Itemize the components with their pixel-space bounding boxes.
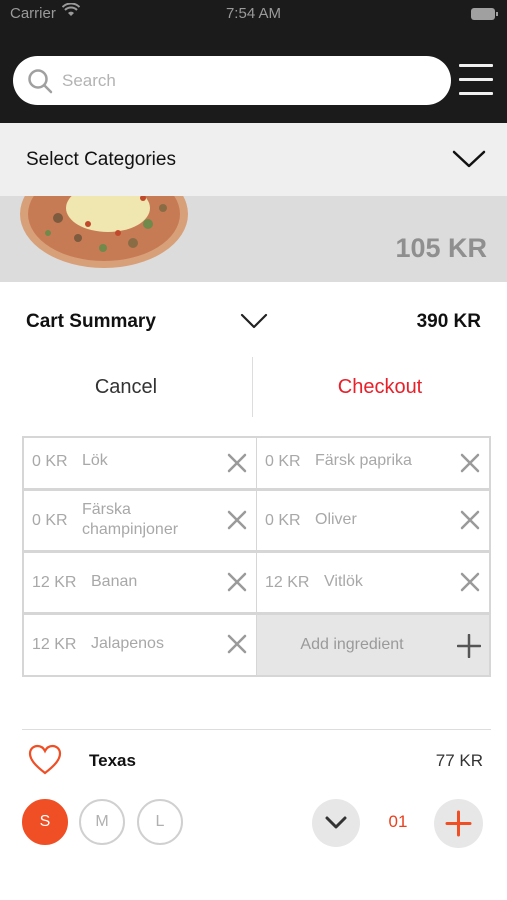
ingredient-name: Färska champinjoner (82, 501, 179, 538)
ingredient-name: Färsk paprika (315, 452, 412, 469)
ingredient-price: 12 KR (32, 574, 77, 591)
checkout-button[interactable]: Checkout (253, 357, 507, 417)
quantity-stepper: 01 (312, 799, 487, 848)
ingredient-name: Jalapenos (91, 635, 164, 652)
ingredient-name: Lök (82, 452, 108, 469)
divider (22, 729, 491, 730)
cancel-button[interactable]: Cancel (0, 357, 252, 417)
increase-quantity-button[interactable] (434, 799, 483, 848)
close-icon[interactable] (227, 634, 247, 659)
item-price: 77 KR (435, 751, 483, 770)
ingredient-item: 12 KR Banan (24, 553, 256, 612)
chevron-down-icon (452, 149, 486, 174)
ingredient-item: 0 KR Färsk paprika (257, 438, 489, 488)
heart-icon[interactable] (28, 744, 62, 781)
ingredient-name: Vitlök (324, 573, 363, 590)
product-banner[interactable]: 105 KR (0, 196, 507, 282)
category-selector-label: Select Categories (26, 149, 176, 170)
close-icon[interactable] (460, 453, 480, 478)
chevron-down-icon[interactable] (240, 312, 268, 335)
ingredient-price: 12 KR (265, 574, 310, 591)
ingredient-item: 0 KR Lök (24, 438, 256, 488)
battery-icon (471, 8, 498, 20)
size-option-s[interactable]: S (22, 799, 68, 845)
product-price: 105 KR (395, 233, 487, 263)
add-ingredient-label: Add ingredient (300, 636, 404, 653)
size-selector: S M L (22, 799, 192, 847)
ingredient-item: 12 KR Vitlök (257, 553, 489, 612)
ingredient-grid: 0 KR Lök 0 KR Färsk paprika 0 KR Färska … (22, 436, 491, 677)
ingredient-item: 0 KR Färska champinjoner (24, 491, 256, 550)
ingredient-item: 12 KR Jalapenos (24, 615, 256, 675)
cart-total: 390 KR (416, 311, 481, 332)
status-bar: Carrier 7:54 AM (0, 0, 507, 30)
search-icon (27, 68, 53, 99)
ingredient-price: 0 KR (32, 512, 68, 529)
plus-icon (456, 633, 482, 663)
ingredient-name: Oliver (315, 511, 357, 528)
close-icon[interactable] (227, 572, 247, 597)
close-icon[interactable] (227, 453, 247, 478)
ingredient-price: 0 KR (265, 512, 301, 529)
size-option-m[interactable]: M (79, 799, 125, 845)
hamburger-menu-icon[interactable] (459, 64, 493, 96)
ingredient-price: 0 KR (32, 453, 68, 470)
ingredient-item: 0 KR Oliver (257, 491, 489, 550)
cart-summary-title: Cart Summary (26, 311, 156, 332)
search-placeholder: Search (62, 71, 116, 90)
ingredient-price: 12 KR (32, 636, 77, 653)
close-icon[interactable] (227, 510, 247, 535)
category-selector[interactable]: Select Categories (0, 123, 507, 196)
close-icon[interactable] (460, 572, 480, 597)
quantity-value: 01 (388, 812, 408, 831)
ingredient-name: Banan (91, 573, 138, 590)
search-input[interactable]: Search (13, 56, 451, 105)
cart-actions: Cancel Checkout (0, 357, 507, 417)
status-time: 7:54 AM (225, 5, 282, 22)
pizza-image (18, 196, 190, 275)
close-icon[interactable] (460, 510, 480, 535)
cart-summary-header[interactable]: Cart Summary 390 KR (0, 282, 507, 357)
item-name: Texas (89, 751, 136, 770)
cart-item-row: Texas 77 KR (0, 740, 507, 784)
app-header: Search (0, 30, 507, 123)
ingredient-price: 0 KR (265, 453, 301, 470)
decrease-quantity-button[interactable] (312, 799, 360, 847)
size-option-l[interactable]: L (137, 799, 183, 845)
add-ingredient-button[interactable]: Add ingredient (257, 615, 489, 675)
